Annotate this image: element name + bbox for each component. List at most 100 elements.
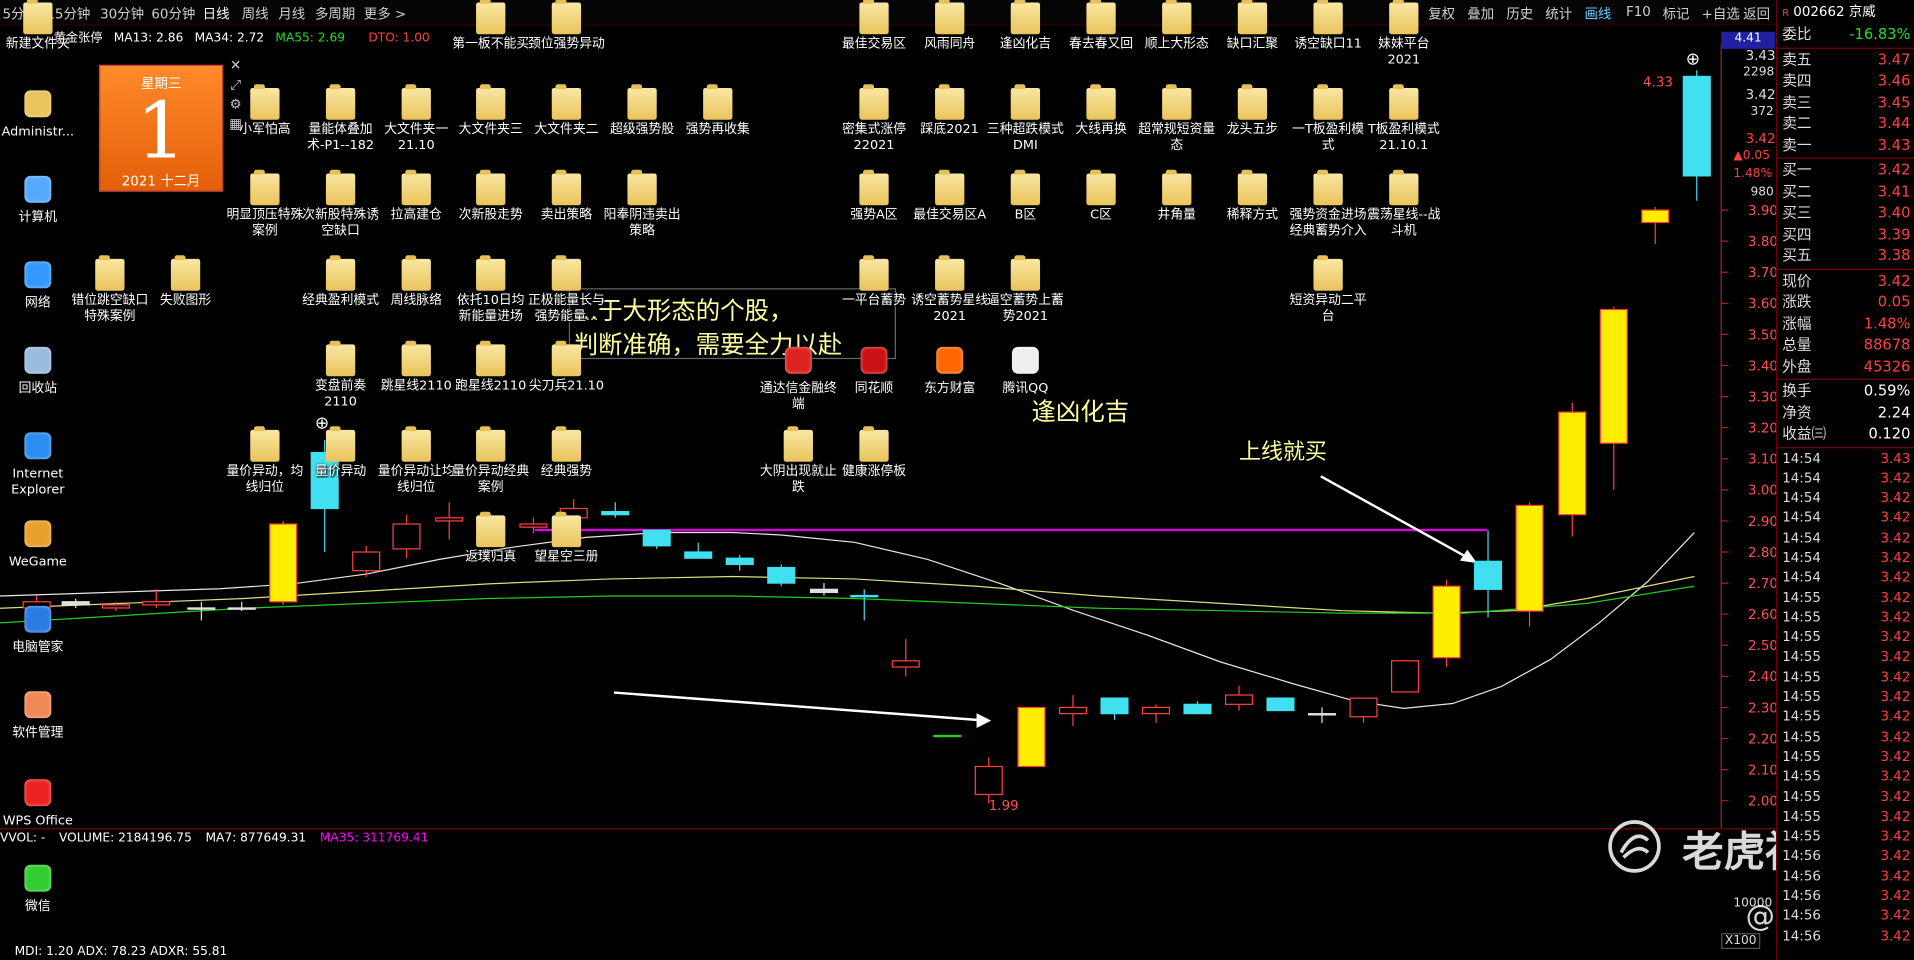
desktop-icon[interactable]: 短资异动二平台	[1289, 255, 1367, 325]
candle-body[interactable]	[1349, 697, 1378, 718]
desktop-icon[interactable]: 次新股走势	[452, 169, 530, 223]
desktop-icon[interactable]: 跑星线2110	[452, 340, 530, 394]
candle-body[interactable]	[642, 529, 671, 547]
close-icon[interactable]: ✕	[226, 56, 246, 76]
ask-level-row[interactable]: 卖一 3.43	[1777, 135, 1914, 156]
candle-body[interactable]	[352, 551, 381, 572]
quote-stat-row[interactable]: 收益㈢ 0.120	[1777, 424, 1914, 445]
desktop-icon[interactable]: 三种超跌模式DMI	[986, 84, 1064, 154]
tool-stats[interactable]: 统计	[1545, 4, 1572, 24]
quote-stat-row[interactable]: 涨跌 0.05	[1777, 292, 1914, 313]
desktop-icon[interactable]: B区	[986, 169, 1064, 223]
desktop-icon[interactable]: Internet Explorer	[0, 430, 77, 498]
desktop-icon[interactable]: 强势资金进场经典蓄势介入	[1289, 169, 1367, 239]
candle-body[interactable]	[1599, 308, 1628, 444]
desktop-icon[interactable]: 大文件夹一21.10	[377, 84, 455, 154]
desktop-icon[interactable]: C区	[1062, 169, 1140, 223]
period-more[interactable]: 更多 >	[364, 4, 406, 24]
desktop-icon[interactable]: 顺上大形态	[1138, 0, 1216, 52]
desktop-icon[interactable]: 大阴出现就止跌	[759, 426, 837, 496]
move-icon[interactable]: ▦	[226, 115, 246, 135]
tool-back[interactable]: 返回	[1743, 4, 1770, 24]
candle-body[interactable]	[227, 607, 256, 610]
desktop-icon[interactable]: 大线再换	[1062, 84, 1140, 138]
desktop-icon[interactable]: 第一板不能买	[452, 0, 530, 52]
candle-body[interactable]	[601, 510, 630, 516]
desktop-icon[interactable]: 量价异动	[302, 426, 380, 480]
desktop-icon[interactable]: 龙头五步	[1213, 84, 1291, 138]
quote-stat-row[interactable]: 涨幅 1.48%	[1777, 313, 1914, 334]
candle-body[interactable]	[1183, 703, 1212, 715]
candle-body[interactable]	[1141, 706, 1171, 715]
desktop-icon[interactable]: 诱空缺口11	[1289, 0, 1367, 52]
desktop-icon[interactable]: 错位跳空缺口特殊案例	[71, 255, 149, 325]
desktop-icon[interactable]: 跳星线2110	[377, 340, 455, 394]
desktop-icon[interactable]: 软件管理	[0, 689, 77, 742]
candle-body[interactable]	[809, 588, 839, 594]
desktop-icon[interactable]: 明显顶压特殊案例	[226, 169, 304, 239]
tool-add-watchlist[interactable]: +自选	[1702, 4, 1740, 24]
desktop-icon[interactable]: 电脑管家	[0, 603, 77, 656]
ask-level-row[interactable]: 卖五 3.47	[1777, 49, 1914, 70]
desktop-icon[interactable]: 健康涨停板	[835, 426, 913, 480]
candle-body[interactable]	[392, 523, 421, 550]
desktop-icon[interactable]: Administr...	[0, 88, 77, 141]
candle-body[interactable]	[187, 607, 216, 610]
candle-body[interactable]	[1266, 697, 1295, 712]
calendar-widget[interactable]: 星期三 1 2021 十二月	[98, 64, 224, 192]
desktop-icon[interactable]: 颈位强势异动	[527, 0, 605, 52]
desktop-icon[interactable]: 最佳交易区	[835, 0, 913, 52]
desktop-icon[interactable]: 踩底2021	[911, 84, 989, 138]
candle-body[interactable]	[1682, 75, 1711, 177]
period-weekly[interactable]: 周线	[242, 4, 269, 24]
desktop-icon[interactable]: 望星空三册	[527, 511, 605, 565]
desktop-icon[interactable]: 一平台蓄势	[835, 255, 913, 309]
desktop-icon[interactable]: 诱空蓄势星线2021	[911, 255, 989, 325]
quote-stat-row[interactable]: 换手 0.59%	[1777, 381, 1914, 402]
desktop-icon[interactable]: 强势再收集	[679, 84, 757, 138]
desktop-icon[interactable]: 逢凶化吉	[986, 0, 1064, 52]
quote-stat-row[interactable]: 现价 3.42	[1777, 271, 1914, 292]
bid-level-row[interactable]: 买四 3.39	[1777, 224, 1914, 245]
candle-body[interactable]	[974, 765, 1003, 796]
desktop-icon[interactable]: WeGame	[0, 518, 77, 571]
desktop-icon[interactable]: 周线脉络	[377, 255, 455, 309]
desktop-icon[interactable]: WPS Office	[0, 777, 77, 830]
desktop-icon[interactable]: 大文件夹二	[527, 84, 605, 138]
desktop-icon[interactable]: 量能体叠加术-P1--182	[302, 84, 380, 154]
desktop-icon[interactable]: 量价异动，均线归位	[226, 426, 304, 496]
desktop-icon[interactable]: 逼空蓄势上蓄势2021	[986, 255, 1064, 325]
tool-overlay[interactable]: 叠加	[1467, 4, 1494, 24]
desktop-icon[interactable]: 计算机	[0, 173, 77, 226]
ask-level-row[interactable]: 卖二 3.44	[1777, 114, 1914, 135]
quote-stat-row[interactable]: 外盘 45326	[1777, 356, 1914, 377]
desktop-icon[interactable]: 失败图形	[146, 255, 224, 309]
desktop-icon[interactable]: 稀释方式	[1213, 169, 1291, 223]
desktop-icon[interactable]: 超级强势股	[603, 84, 681, 138]
ask-level-row[interactable]: 卖三 3.45	[1777, 92, 1914, 113]
desktop-icon[interactable]: 春去春又回	[1062, 0, 1140, 52]
candle-body[interactable]	[725, 557, 754, 566]
candle-body[interactable]	[1515, 504, 1544, 612]
desktop-icon[interactable]: 风雨同舟	[911, 0, 989, 52]
candle-body[interactable]	[1473, 560, 1503, 590]
desktop-icon[interactable]: T板盈利模式21.10.1	[1365, 84, 1443, 154]
candle-body[interactable]	[1307, 713, 1337, 716]
quote-stat-row[interactable]: 净资 2.24	[1777, 402, 1914, 423]
bid-level-row[interactable]: 买三 3.40	[1777, 203, 1914, 224]
desktop-icon[interactable]: 东方财富	[911, 344, 989, 397]
desktop-icon[interactable]: 超常规短资量态	[1138, 84, 1216, 154]
candle-body[interactable]	[891, 660, 920, 668]
ask-level-row[interactable]: 卖四 3.46	[1777, 71, 1914, 92]
desktop-icon[interactable]: 网络	[0, 259, 77, 312]
desktop-icon[interactable]: 妹妹平台2021	[1365, 0, 1443, 68]
desktop-icon[interactable]: 新建文件夹	[0, 0, 77, 52]
tool-mark[interactable]: 标记	[1663, 4, 1690, 24]
desktop-icon[interactable]: 卖出策略	[527, 169, 605, 223]
desktop-icon[interactable]: 量价异动经典案例	[452, 426, 530, 496]
bid-level-row[interactable]: 买二 3.41	[1777, 181, 1914, 202]
desktop-icon[interactable]: 返璞归真	[452, 511, 530, 565]
desktop-icon[interactable]: 缺口汇聚	[1213, 0, 1291, 52]
desktop-icon[interactable]: 量价异动让均线归位	[377, 426, 455, 496]
period-multi[interactable]: 多周期	[315, 4, 355, 24]
